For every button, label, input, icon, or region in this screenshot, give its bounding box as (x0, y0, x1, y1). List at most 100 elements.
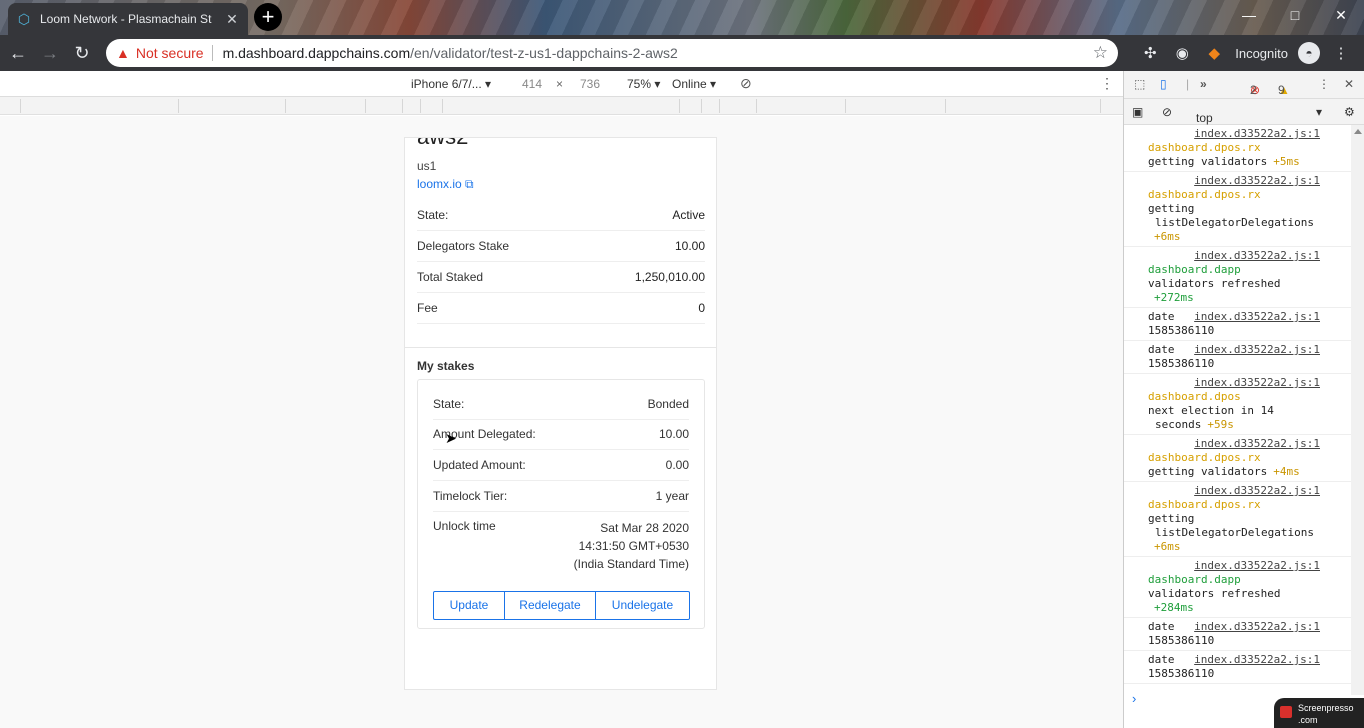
minimize-icon[interactable]: — (1226, 0, 1272, 30)
total-staked-row: Total Staked 1,250,010.00 (417, 262, 705, 293)
source-link[interactable]: index.d33522a2.js:1 (1194, 653, 1320, 667)
delegators-stake-row: Delegators Stake 10.00 (417, 231, 705, 262)
bookmark-star-icon[interactable]: ☆ (1093, 43, 1108, 63)
forward-icon[interactable]: → (36, 39, 64, 67)
close-tab-icon[interactable]: ✕ (224, 11, 240, 28)
log-text-content: listDelegatorDelegations (1155, 526, 1314, 539)
unlock-date: Sat Mar 28 2020 (600, 521, 689, 535)
source-link[interactable]: index.d33522a2.js:1 (1194, 376, 1320, 390)
state-row: State: Active (417, 200, 705, 231)
tab-title: Loom Network - Plasmachain St (40, 12, 212, 26)
console-message: index.d33522a2.js:1 dashboard.dapp valida… (1124, 557, 1364, 618)
media-query-ruler[interactable] (0, 97, 1123, 115)
emulated-page: aws2 us1 loomx.io ⧉ State: Active Delegat… (0, 116, 1123, 728)
device-more-icon[interactable]: ⋮ (1100, 75, 1114, 92)
source-link[interactable]: index.d33522a2.js:1 (1194, 620, 1320, 634)
row-value: 0.00 (665, 458, 689, 472)
network-select[interactable]: Online ▾ (672, 77, 716, 91)
validator-website-link[interactable]: loomx.io ⧉ (417, 177, 474, 192)
log-text: getting validators +5ms (1148, 155, 1359, 169)
error-count-value: 2 (1250, 83, 1257, 97)
not-secure-label[interactable]: Not secure (136, 45, 204, 61)
row-value: Active (672, 208, 705, 222)
log-namespace: dashboard.dapp (1148, 263, 1241, 276)
devtools-menu-icon[interactable]: ⋮ (1318, 77, 1330, 91)
link-text[interactable]: loomx.io (417, 177, 462, 191)
zoom-select[interactable]: 75% ▾ (627, 77, 660, 91)
incognito-label: Incognito (1235, 45, 1288, 61)
log-text: 1585386110 (1148, 634, 1359, 648)
scroll-up-icon[interactable] (1354, 129, 1362, 134)
console-message: index.d33522a2.js:1 dashboard.dapp valida… (1124, 247, 1364, 308)
screenpresso-logo-icon (1280, 706, 1292, 718)
validator-name: aws2 (417, 138, 468, 150)
log-text: validators refreshed (1148, 277, 1359, 291)
timelock-tier-row: Timelock Tier: 1 year (433, 481, 689, 512)
source-link[interactable]: index.d33522a2.js:1 (1194, 437, 1320, 451)
height-input[interactable]: 736 (580, 77, 600, 91)
source-link[interactable]: index.d33522a2.js:1 (1194, 559, 1320, 573)
log-elapsed: +5ms (1273, 155, 1300, 168)
device-select[interactable]: iPhone 6/7/... ▾ (411, 77, 491, 91)
close-window-icon[interactable]: ✕ (1318, 0, 1364, 30)
metamask-fox-icon[interactable]: ◆ (1203, 44, 1225, 62)
address-bar[interactable]: ▲ Not secure m.dashboard.dappchains.com /… (106, 39, 1118, 67)
log-text-content: listDelegatorDelegations (1155, 216, 1314, 229)
console-scrollbar[interactable] (1351, 125, 1364, 695)
url-host: m.dashboard.dappchains.com (222, 45, 411, 61)
device-name: iPhone 6/7/... (411, 77, 482, 91)
rotate-icon[interactable]: ⊘ (740, 75, 752, 92)
context-dropdown-icon[interactable]: ▾ (1316, 105, 1322, 119)
log-namespace: dashboard.dpos (1148, 390, 1241, 403)
url-path: /en/validator/test-z-us1-dappchains-2-aw… (410, 45, 678, 61)
log-elapsed: +6ms (1154, 230, 1181, 243)
devtools-close-icon[interactable]: ✕ (1344, 77, 1354, 91)
device-toolbar: iPhone 6/7/... ▾ 414 × 736 75% ▾ Online … (0, 71, 1123, 97)
unlock-time-row: Unlock time Sat Mar 28 2020 14:31:50 GMT… (433, 519, 689, 571)
updated-amount-row: Updated Amount: 0.00 (433, 450, 689, 481)
row-label: Updated Amount: (433, 458, 526, 472)
devtools-panel: ⬚ ▯ | » ⊗ 2 ▲ 9 ⋮ ✕ ▣ ⊘ top ▾ ⚙ index.d33… (1123, 71, 1364, 728)
row-label: Total Staked (417, 270, 484, 284)
reload-icon[interactable]: ↻ (68, 39, 96, 67)
clear-console-icon[interactable]: ⊘ (1162, 105, 1172, 119)
width-input[interactable]: 414 (522, 77, 542, 91)
log-text-content: validators refreshed (1148, 587, 1281, 600)
log-text-content: getting validators (1148, 465, 1268, 478)
source-link[interactable]: index.d33522a2.js:1 (1194, 310, 1320, 324)
source-link[interactable]: index.d33522a2.js:1 (1194, 249, 1320, 263)
log-elapsed: +284ms (1154, 601, 1194, 614)
source-link[interactable]: index.d33522a2.js:1 (1194, 174, 1320, 188)
inspect-icon[interactable]: ⬚ (1134, 77, 1145, 91)
device-viewport: iPhone 6/7/... ▾ 414 × 736 75% ▾ Online … (0, 71, 1123, 728)
more-tabs-icon[interactable]: » (1200, 77, 1207, 91)
warning-icon[interactable]: ▲ (116, 45, 130, 61)
source-link[interactable]: index.d33522a2.js:1 (1194, 127, 1320, 141)
update-button[interactable]: Update (433, 591, 505, 620)
console-prompt[interactable]: › (1132, 691, 1136, 706)
source-link[interactable]: index.d33522a2.js:1 (1194, 343, 1320, 357)
browser-tab[interactable]: ⬡ Loom Network - Plasmachain St ✕ (8, 3, 248, 35)
console-settings-icon[interactable]: ⚙ (1344, 105, 1355, 119)
row-label: Unlock time (433, 519, 496, 533)
extension-icon[interactable]: ◉ (1171, 44, 1193, 62)
extension-puzzle-icon[interactable]: ✣ (1139, 44, 1161, 62)
incognito-icon[interactable]: ◓ (1298, 42, 1320, 64)
redelegate-button[interactable]: Redelegate (505, 591, 596, 620)
amount-delegated-row: Amount Delegated: 10.00 (433, 419, 689, 450)
undelegate-button[interactable]: Undelegate (596, 591, 690, 620)
maximize-icon[interactable]: □ (1272, 0, 1318, 30)
device-toggle-icon[interactable]: ▯ (1160, 77, 1167, 91)
menu-dots-icon[interactable]: ⋮ (1330, 44, 1352, 62)
new-tab-button[interactable]: + (254, 3, 282, 31)
source-link[interactable]: index.d33522a2.js:1 (1194, 484, 1320, 498)
log-text-content: 1585386110 (1148, 324, 1215, 337)
sidebar-toggle-icon[interactable]: ▣ (1132, 105, 1143, 119)
back-icon[interactable]: ← (4, 39, 32, 67)
validator-region: us1 (417, 159, 437, 173)
log-text: 1585386110 (1148, 324, 1359, 338)
external-link-icon[interactable]: ⧉ (465, 177, 474, 191)
row-label: Fee (417, 301, 438, 315)
log-elapsed: +59s (1207, 418, 1234, 431)
console-message: index.d33522a2.js:1 date 1585386110 (1124, 651, 1364, 684)
